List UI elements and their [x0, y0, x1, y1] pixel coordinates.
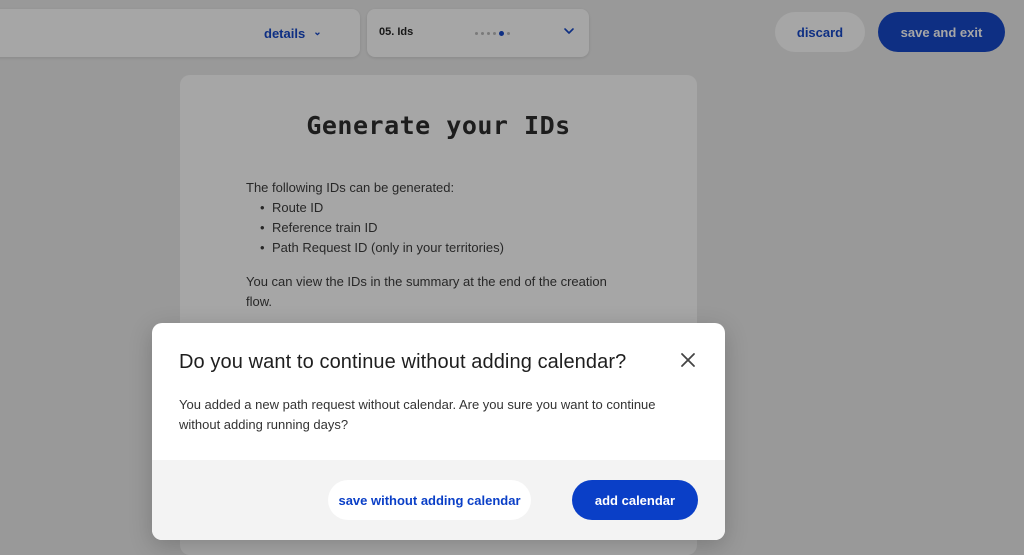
save-without-calendar-button[interactable]: save without adding calendar — [328, 480, 531, 520]
close-icon[interactable] — [679, 351, 697, 369]
dialog-message: You added a new path request without cal… — [179, 397, 656, 432]
confirm-dialog: Do you want to continue without adding c… — [152, 323, 725, 540]
dialog-footer: save without adding calendar add calenda… — [152, 460, 725, 540]
add-calendar-button[interactable]: add calendar — [572, 480, 698, 520]
dialog-title: Do you want to continue without adding c… — [179, 351, 627, 373]
